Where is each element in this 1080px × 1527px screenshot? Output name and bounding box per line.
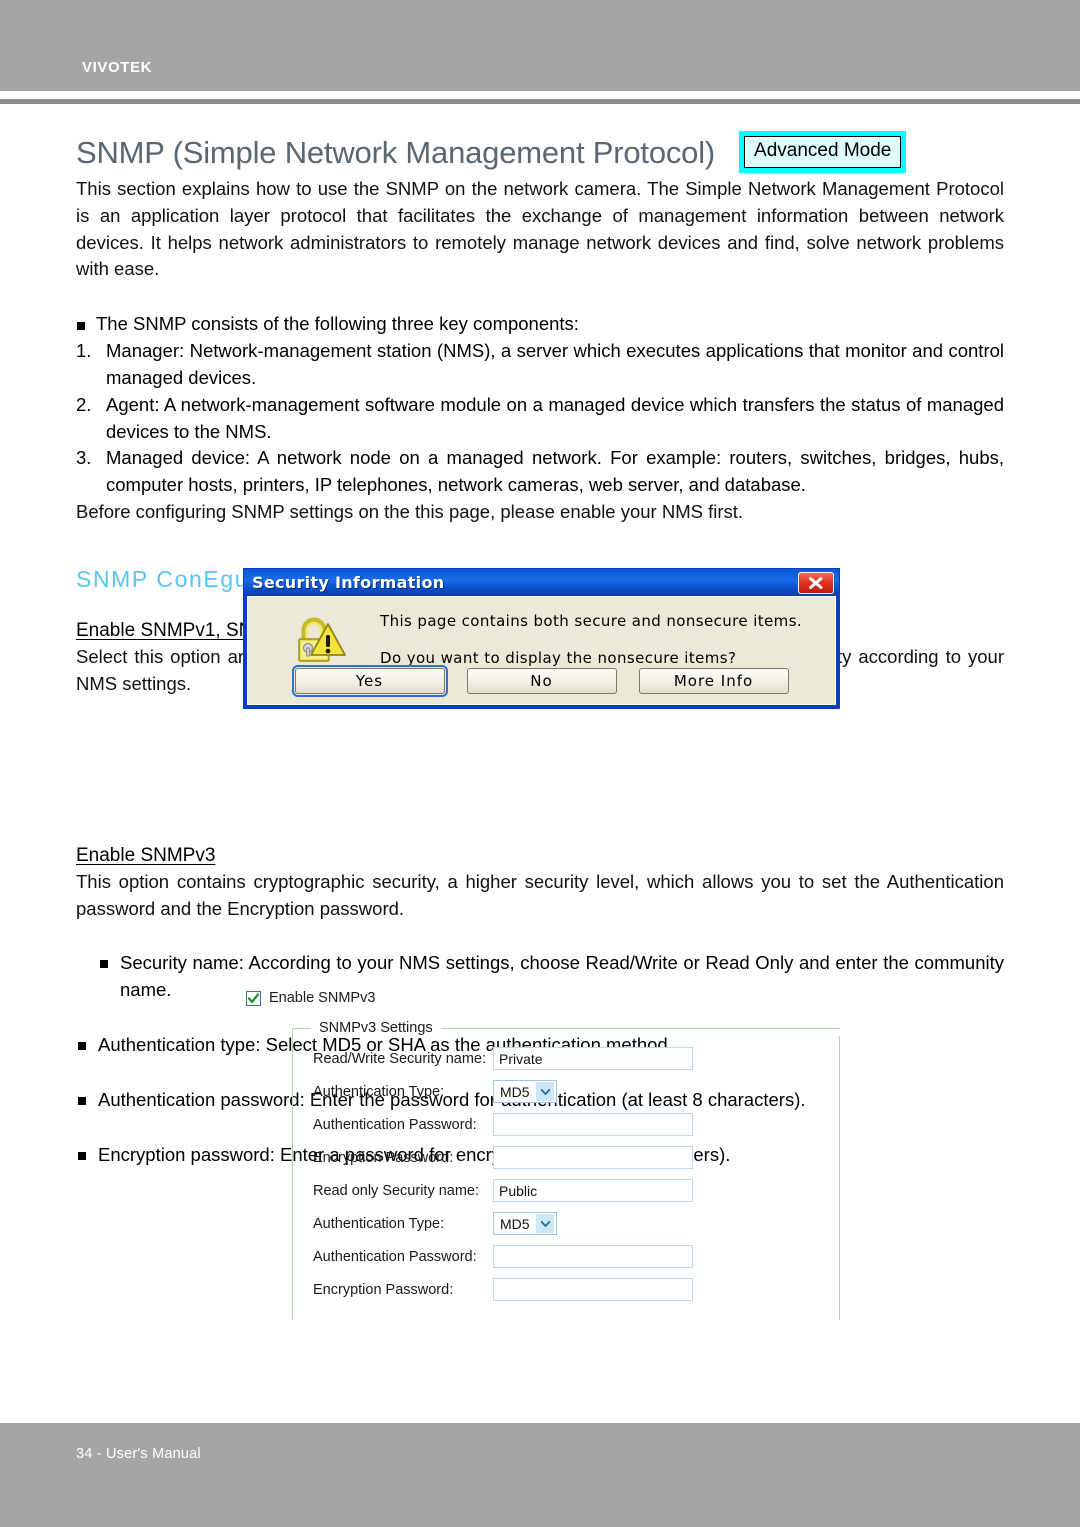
field-label: Authentication Password: — [313, 1116, 477, 1133]
field-label: Encryption Password: — [313, 1149, 454, 1166]
dialog-titlebar[interactable]: Security Information — [244, 569, 839, 596]
lock-warning-icon — [290, 611, 348, 669]
numbered-item-text: Manager: Network-management station (NMS… — [106, 340, 1004, 388]
numbered-item-number: 3. — [76, 447, 92, 469]
footer-band: 34 - User's Manual — [0, 1423, 1080, 1527]
read-only-security-name-input[interactable] — [493, 1179, 693, 1202]
form-row-auth-password-ro: Authentication Password: — [293, 1240, 840, 1273]
enable-snmpv3-label: Enable SNMPv3 — [269, 990, 376, 1006]
field-label: Read only Security name: — [313, 1182, 480, 1199]
form-row-encryption-password-rw: Encryption Password: — [293, 1141, 840, 1174]
numbered-item-text: Agent: A network-management software mod… — [106, 393, 1004, 442]
chevron-down-icon[interactable] — [535, 1214, 554, 1233]
read-write-security-name-input[interactable] — [493, 1047, 693, 1070]
snmpv3-settings-legend: SNMPv3 Settings — [319, 1020, 433, 1036]
numbered-item: 1. Manager: Network-management station (… — [76, 338, 1004, 392]
field-label: Authentication Password: — [313, 1248, 477, 1265]
dialog-body: This page contains both secure and nonse… — [247, 596, 836, 705]
title-row: SNMP (Simple Network Management Protocol… — [76, 128, 1004, 176]
components-lead: The SNMP consists of the following three… — [76, 311, 1004, 338]
components-list: The SNMP consists of the following three… — [76, 311, 1004, 499]
numbered-item-number: 2. — [76, 393, 92, 415]
auth-type-rw-value: MD5 — [500, 1083, 530, 1100]
snmpv3-body: This option contains cryptographic secur… — [76, 870, 1004, 919]
page-title: SNMP (Simple Network Management Protocol… — [76, 134, 716, 170]
auth-type-ro-value: MD5 — [500, 1215, 530, 1232]
auth-password-ro-input[interactable] — [493, 1245, 693, 1268]
snmpv3-settings-form: Enable SNMPv3 SNMPv3 Settings Read/Write… — [246, 990, 840, 1320]
form-row-encryption-password-ro: Encryption Password: — [293, 1273, 840, 1306]
close-icon[interactable] — [798, 571, 834, 594]
field-label: Read/Write Security name: — [313, 1050, 486, 1067]
footer-page-label: 34 - User's Manual — [76, 1446, 201, 1462]
numbered-item: 2. Agent: A network-management software … — [76, 392, 1004, 446]
dialog-message-line2: Do you want to display the nonsecure ite… — [380, 649, 737, 668]
form-row-auth-type-ro: Authentication Type: MD5 — [293, 1207, 840, 1240]
enable-snmpv3-row[interactable]: Enable SNMPv3 — [246, 990, 840, 1006]
dialog-button-row: Yes No More Info — [248, 665, 835, 697]
advanced-mode-badge-label: Advanced Mode — [744, 136, 902, 168]
snmpv3-sub-heading: Enable SNMPv3 — [76, 845, 216, 866]
field-label: Authentication Type: — [313, 1083, 445, 1100]
header-band: VIVOTEK — [0, 0, 1080, 91]
more-info-button[interactable]: More Info — [638, 668, 789, 694]
form-row-read-write-security-name: Read/Write Security name: — [293, 1042, 840, 1075]
encryption-password-rw-input[interactable] — [493, 1146, 693, 1169]
dialog-title: Security Information — [252, 573, 445, 592]
chevron-down-icon[interactable] — [535, 1082, 554, 1101]
encryption-password-ro-input[interactable] — [493, 1278, 693, 1301]
advanced-mode-badge: Advanced Mode — [739, 131, 907, 173]
form-row-auth-type-rw: Authentication Type: MD5 — [293, 1075, 840, 1108]
intro-paragraph: This section explains how to use the SNM… — [76, 178, 1004, 280]
no-button[interactable]: No — [466, 668, 617, 694]
form-row-auth-password-rw: Authentication Password: — [293, 1108, 840, 1141]
dialog-message-line1: This page contains both secure and nonse… — [380, 612, 803, 630]
checkmark-icon — [248, 992, 259, 1003]
field-label: Authentication Type: — [313, 1215, 445, 1232]
before-note: Before configuring SNMP settings on the … — [76, 500, 744, 522]
auth-password-rw-input[interactable] — [493, 1113, 693, 1136]
numbered-item-number: 1. — [76, 340, 92, 362]
numbered-item-text: Managed device: A network node on a mana… — [106, 447, 1004, 496]
enable-snmpv3-checkbox[interactable] — [246, 990, 261, 1006]
auth-type-rw-select[interactable]: MD5 — [493, 1080, 557, 1103]
security-information-dialog[interactable]: Security Information This page contains … — [243, 568, 840, 709]
numbered-item: 3. Managed device: A network node on a m… — [76, 445, 1004, 499]
yes-button[interactable]: Yes — [291, 665, 448, 697]
brand-logo: VIVOTEK — [82, 59, 153, 76]
dialog-message: This page contains both secure and nonse… — [380, 611, 821, 669]
form-row-read-only-security-name: Read only Security name: — [293, 1174, 840, 1207]
auth-type-ro-select[interactable]: MD5 — [493, 1212, 557, 1235]
field-label: Encryption Password: — [313, 1281, 454, 1298]
snmpv3-settings-fieldset: SNMPv3 Settings Read/Write Security name… — [292, 1020, 840, 1320]
